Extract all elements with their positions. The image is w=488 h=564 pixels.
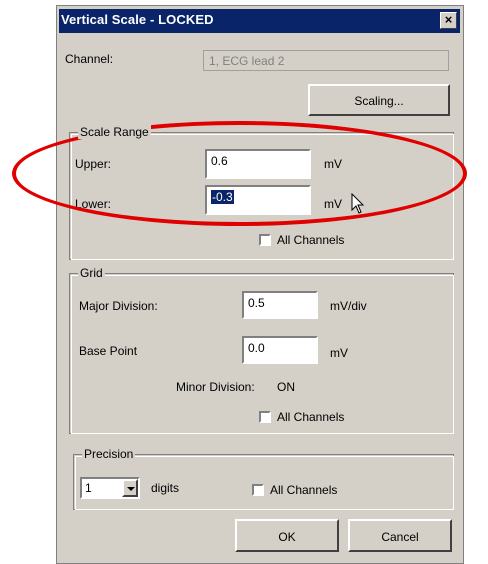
title-bar[interactable]: Vertical Scale - LOCKED × — [59, 9, 460, 33]
cancel-button[interactable]: Cancel — [348, 519, 452, 552]
digits-select-value: 1 — [85, 481, 92, 495]
lower-input[interactable]: -0.3 — [205, 185, 311, 215]
cancel-button-label: Cancel — [381, 530, 419, 544]
precision-group: Precision 1 digits All Channels — [73, 447, 454, 510]
major-division-input[interactable]: 0.5 — [242, 291, 318, 319]
lower-input-selected-text: -0.3 — [211, 190, 234, 204]
upper-label: Upper: — [75, 157, 112, 171]
ok-button-label: OK — [278, 530, 296, 544]
major-division-label: Major Division: — [79, 299, 158, 313]
scale-range-group: Scale Range Upper: 0.6 mV Lower: -0.3 mV… — [69, 125, 454, 260]
window-title: Vertical Scale - LOCKED — [61, 12, 214, 27]
precision-legend: Precision — [82, 447, 136, 461]
precision-all-channels-label: All Channels — [270, 483, 338, 497]
chevron-down-icon[interactable] — [122, 479, 138, 497]
ok-button[interactable]: OK — [235, 519, 339, 552]
upper-unit: mV — [324, 157, 342, 171]
grid-legend: Grid — [78, 266, 105, 280]
mouse-cursor-icon — [351, 193, 365, 214]
grid-all-channels-label: All Channels — [277, 410, 345, 424]
scaling-button[interactable]: Scaling... — [308, 84, 450, 116]
base-point-label: Base Point — [79, 344, 138, 358]
scaling-button-label: Scaling... — [354, 94, 404, 108]
major-division-unit: mV/div — [330, 299, 367, 313]
minor-division-value: ON — [277, 380, 295, 394]
vertical-scale-dialog: Vertical Scale - LOCKED × Channel: 1, EC… — [56, 5, 464, 564]
scale-all-channels-checkbox[interactable] — [259, 234, 271, 246]
base-point-unit: mV — [330, 346, 348, 360]
channel-label: Channel: — [65, 52, 114, 66]
close-button[interactable]: × — [440, 12, 457, 29]
grid-group: Grid Major Division: 0.5 mV/div Base Poi… — [69, 266, 454, 434]
scale-range-legend: Scale Range — [78, 125, 151, 139]
upper-input[interactable]: 0.6 — [205, 149, 311, 179]
lower-unit: mV — [324, 197, 342, 211]
precision-all-channels-checkbox[interactable] — [252, 484, 264, 496]
base-point-input[interactable]: 0.0 — [242, 336, 318, 364]
minor-division-label: Minor Division: — [176, 380, 255, 394]
scale-all-channels-label: All Channels — [277, 233, 345, 247]
channel-field: 1, ECG lead 2 — [203, 50, 449, 71]
lower-label: Lower: — [75, 197, 112, 211]
grid-all-channels-checkbox[interactable] — [259, 411, 271, 423]
digits-select[interactable]: 1 — [80, 477, 140, 499]
digits-label: digits — [151, 481, 180, 495]
